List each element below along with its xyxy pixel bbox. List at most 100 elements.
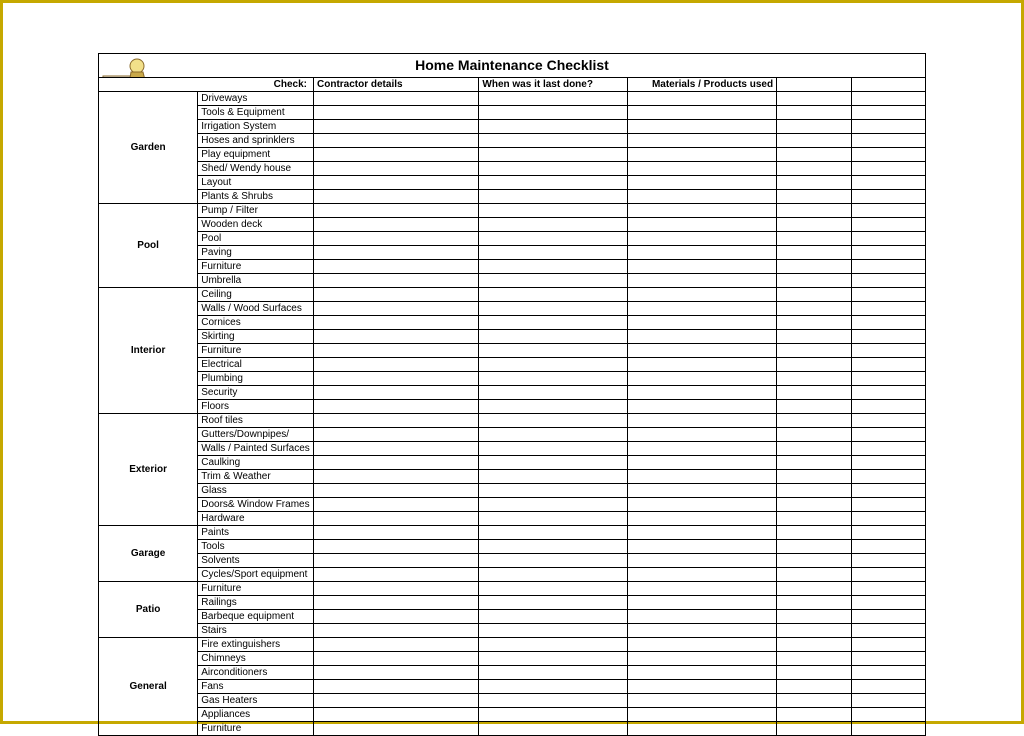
item-label: Paving [198,246,314,260]
cell-last-done [479,106,628,120]
item-label: Airconditioners [198,666,314,680]
cell-last-done [479,680,628,694]
cell-contractor [314,106,479,120]
cell-materials [628,428,777,442]
cell-last-done [479,246,628,260]
cell-extra-1 [777,246,851,260]
cell-extra-1 [777,288,851,302]
cell-extra-1 [777,470,851,484]
cell-extra-2 [851,246,925,260]
cell-materials [628,176,777,190]
cell-extra-2 [851,120,925,134]
cell-materials [628,260,777,274]
item-label: Cornices [198,316,314,330]
cell-last-done [479,148,628,162]
cell-extra-2 [851,470,925,484]
item-label: Pump / Filter [198,204,314,218]
cell-materials [628,162,777,176]
cell-contractor [314,680,479,694]
item-label: Gas Heaters [198,694,314,708]
cell-last-done [479,568,628,582]
cell-materials [628,386,777,400]
cell-contractor [314,190,479,204]
cell-contractor [314,568,479,582]
cell-materials [628,148,777,162]
cell-last-done [479,92,628,106]
cell-extra-1 [777,610,851,624]
item-label: Hardware [198,512,314,526]
cell-last-done [479,372,628,386]
cell-materials [628,694,777,708]
cell-last-done [479,288,628,302]
cell-extra-2 [851,400,925,414]
cell-extra-1 [777,274,851,288]
item-label: Security [198,386,314,400]
category-general: General [99,638,198,736]
cell-contractor [314,610,479,624]
item-label: Hoses and sprinklers [198,134,314,148]
cell-extra-1 [777,386,851,400]
cell-extra-2 [851,358,925,372]
cell-contractor [314,274,479,288]
cell-contractor [314,652,479,666]
cell-contractor [314,302,479,316]
item-label: Irrigation System [198,120,314,134]
cell-contractor [314,260,479,274]
item-label: Electrical [198,358,314,372]
cell-materials [628,484,777,498]
cell-extra-1 [777,680,851,694]
item-label: Chimneys [198,652,314,666]
cell-extra-2 [851,288,925,302]
cell-contractor [314,232,479,246]
cell-last-done [479,204,628,218]
cell-extra-2 [851,638,925,652]
cell-materials [628,274,777,288]
cell-extra-2 [851,204,925,218]
category-garage: Garage [99,526,198,582]
item-label: Plumbing [198,372,314,386]
cell-contractor [314,596,479,610]
cell-materials [628,512,777,526]
item-label: Caulking [198,456,314,470]
item-label: Plants & Shrubs [198,190,314,204]
cell-materials [628,498,777,512]
checklist-table: Home Maintenance ChecklistCheck:Contract… [98,53,926,736]
cell-contractor [314,624,479,638]
cell-last-done [479,120,628,134]
item-label: Furniture [198,582,314,596]
cell-materials [628,120,777,134]
category-interior: Interior [99,288,198,414]
cell-extra-2 [851,554,925,568]
cell-contractor [314,666,479,680]
cell-extra-2 [851,274,925,288]
cell-contractor [314,330,479,344]
cell-materials [628,190,777,204]
cell-contractor [314,526,479,540]
cell-extra-1 [777,526,851,540]
cell-materials [628,666,777,680]
cell-extra-2 [851,386,925,400]
cell-extra-2 [851,596,925,610]
cell-materials [628,554,777,568]
cell-extra-1 [777,344,851,358]
cell-extra-1 [777,204,851,218]
item-label: Fans [198,680,314,694]
cell-extra-2 [851,428,925,442]
cell-last-done [479,708,628,722]
cell-contractor [314,414,479,428]
cell-last-done [479,428,628,442]
cell-materials [628,134,777,148]
item-label: Ceiling [198,288,314,302]
cell-last-done [479,456,628,470]
cell-contractor [314,288,479,302]
cell-materials [628,568,777,582]
item-label: Umbrella [198,274,314,288]
cell-materials [628,246,777,260]
cell-extra-2 [851,484,925,498]
cell-last-done [479,400,628,414]
cell-extra-1 [777,162,851,176]
cell-extra-1 [777,232,851,246]
item-label: Wooden deck [198,218,314,232]
header-check: Check: [99,78,314,92]
item-label: Tools & Equipment [198,106,314,120]
